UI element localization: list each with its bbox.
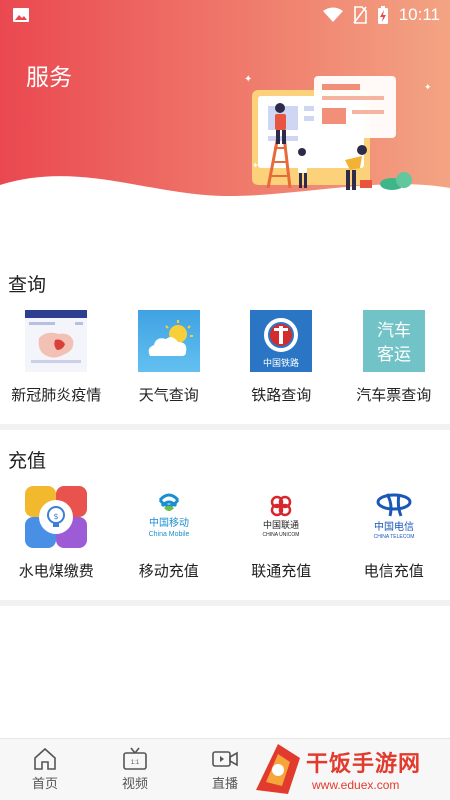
wifi-icon — [322, 7, 343, 22]
service-label: 水电煤缴费 — [18, 562, 94, 580]
watermark-text: 干饭手游网 — [306, 752, 422, 777]
watermark: 干饭手游网 www.eduex.com — [248, 738, 450, 800]
battery-charging-icon — [377, 6, 388, 24]
epidemic-map-icon — [25, 310, 88, 372]
recharge-section: 充值 $ 水电煤缴费 中国移动 China Mobile 移动充值 中国联通 C… — [0, 444, 450, 594]
page-title: 服务 — [26, 65, 72, 91]
section-title-query: 查询 — [8, 274, 47, 296]
mobile-icon-text-en: China Mobile — [148, 531, 189, 538]
service-label: 天气查询 — [138, 386, 199, 404]
mobile-icon-text-cn: 中国移动 — [149, 516, 189, 529]
service-label: 汽车票查询 — [356, 386, 432, 404]
status-bar: 10:11 — [0, 0, 450, 30]
service-bus[interactable]: 汽车 客运 汽车票查询 — [338, 310, 450, 405]
china-railway-icon: 中国铁路 — [250, 310, 313, 372]
china-telecom-logo-icon: 中国电信 CHINA TELECOM — [363, 486, 425, 548]
tv-icon: 1:1 — [123, 747, 147, 770]
service-label: 铁路查询 — [251, 386, 312, 404]
service-china-mobile[interactable]: 中国移动 China Mobile 移动充值 — [113, 486, 226, 581]
service-label: 联通充值 — [251, 562, 312, 580]
china-unicom-logo-icon: 中国联通 CHINA UNICOM — [250, 486, 312, 548]
nav-video[interactable]: 1:1 视频 — [90, 739, 180, 800]
china-mobile-logo-icon: 中国移动 China Mobile — [138, 486, 200, 548]
telecom-icon-text-en: CHINA TELECOM — [373, 534, 414, 540]
query-section: 查询 新冠肺炎疫情 天气查询 中国铁路 铁路查询 汽车 客运 汽车票查询 — [0, 268, 450, 418]
nav-label: 首页 — [31, 777, 58, 792]
utility-bill-icon: $ — [25, 486, 88, 548]
svg-text:✦: ✦ — [424, 83, 432, 93]
service-utility[interactable]: $ 水电煤缴费 — [0, 486, 113, 581]
section-divider — [0, 600, 450, 606]
watermark-logo-icon — [256, 744, 300, 794]
query-grid: 新冠肺炎疫情 天气查询 中国铁路 铁路查询 汽车 客运 汽车票查询 — [0, 310, 450, 405]
service-china-telecom[interactable]: 中国电信 CHINA TELECOM 电信充值 — [338, 486, 450, 581]
unicom-icon-text-cn: 中国联通 — [263, 519, 299, 531]
bus-icon-text-2: 客运 — [377, 345, 411, 365]
bus-transport-icon: 汽车 客运 — [362, 310, 425, 372]
svg-text:$: $ — [54, 512, 59, 521]
clock: 10:11 — [398, 5, 440, 24]
section-title-recharge: 充值 — [8, 450, 47, 472]
header-banner: ✦ ✦ ✦ 服务 — [0, 0, 450, 215]
service-epidemic[interactable]: 新冠肺炎疫情 — [0, 310, 113, 405]
banner-illustration: ✦ ✦ ✦ — [0, 0, 450, 196]
nav-home[interactable]: 首页 — [0, 739, 90, 800]
image-icon — [13, 8, 29, 22]
svg-text:✦: ✦ — [252, 161, 259, 170]
nav-label: 视频 — [121, 777, 148, 792]
service-label: 电信充值 — [363, 562, 424, 580]
railway-icon-text: 中国铁路 — [263, 357, 299, 369]
home-icon — [34, 747, 56, 770]
service-weather[interactable]: 天气查询 — [113, 310, 226, 405]
recharge-grid: $ 水电煤缴费 中国移动 China Mobile 移动充值 中国联通 CHIN… — [0, 486, 450, 581]
video-camera-icon — [212, 751, 238, 767]
section-divider — [0, 424, 450, 430]
service-china-unicom[interactable]: 中国联通 CHINA UNICOM 联通充值 — [225, 486, 338, 581]
service-label: 新冠肺炎疫情 — [11, 386, 102, 404]
weather-cloud-sun-icon — [137, 310, 200, 372]
service-railway[interactable]: 中国铁路 铁路查询 — [225, 310, 338, 405]
telecom-icon-text-cn: 中国电信 — [374, 520, 414, 533]
no-sim-icon — [353, 6, 367, 24]
svg-text:✦: ✦ — [244, 74, 252, 85]
service-page: ✦ ✦ ✦ 服务 10:11 查询 新冠肺炎疫情 天气查询 中国铁路 铁路查询 … — [0, 0, 450, 800]
svg-text:1:1: 1:1 — [131, 760, 140, 766]
watermark-url: www.eduex.com — [312, 778, 400, 792]
nav-label: 直播 — [211, 777, 238, 792]
bus-icon-text-1: 汽车 — [377, 321, 411, 341]
unicom-icon-text-en: CHINA UNICOM — [263, 532, 300, 538]
service-label: 移动充值 — [138, 562, 199, 580]
